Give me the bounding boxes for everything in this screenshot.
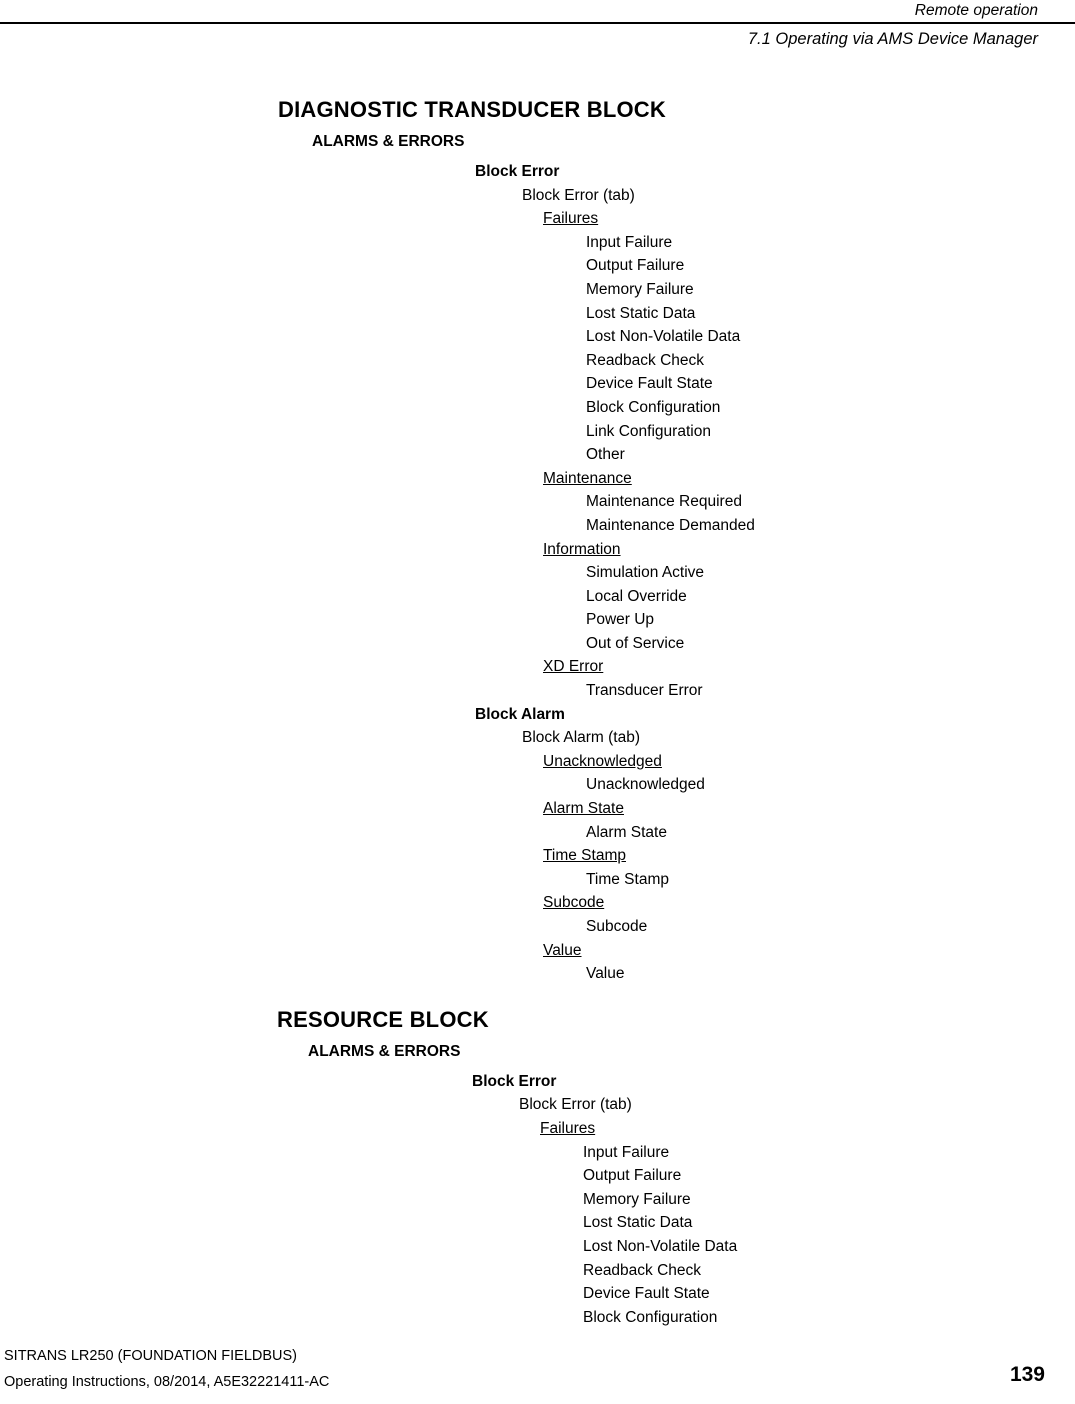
- block-section-resource-block: RESOURCE BLOCK ALARMS & ERRORS Block Error…: [0, 986, 1075, 1330]
- outline-item-failures: Failures: [543, 210, 599, 228]
- outline-item-subcode: Subcode: [586, 918, 648, 935]
- group-title-alarms-and-errors: ALARMS & ERRORS: [308, 1042, 461, 1060]
- outline-item-failures: Failures: [540, 1119, 596, 1137]
- page-footer: SITRANS LR250 (FOUNDATION FIELDBUS) Oper…: [0, 1334, 1075, 1404]
- block-section-diagnostic-transducer-block: DIAGNOSTIC TRANSDUCER BLOCK ALARMS & ERRO…: [0, 96, 1075, 986]
- header-divider-rule: [0, 22, 1075, 24]
- outline-item-block-error-tab: Block Error (tab): [522, 186, 635, 204]
- header-chapter-title: Remote operation: [914, 2, 1038, 19]
- outline-item-maintenance-demanded: Maintenance Demanded: [586, 516, 755, 534]
- outline-item-block-alarm-tab: Block Alarm (tab): [522, 729, 641, 747]
- outline-item-output-failure: Output Failure: [583, 1167, 682, 1185]
- outline-item-unacknowledged: Unacknowledged: [543, 752, 662, 770]
- outline-item-output-failure: Output Failure: [586, 257, 685, 275]
- outline-item-simulation-active: Simulation Active: [586, 564, 705, 582]
- outline-item-block-alarm: Block Alarm: [475, 705, 565, 723]
- outline-item-block-configuration: Block Configuration: [583, 1308, 718, 1326]
- page-number: 139: [1009, 1363, 1045, 1386]
- outline-item-subcode: Subcode: [543, 894, 605, 912]
- outline-item-alarm-state: Alarm State: [586, 823, 667, 841]
- outline-item-transducer-error: Transducer Error: [586, 682, 703, 700]
- outline-item-block-configuration: Block Configuration: [586, 398, 721, 416]
- outline-item-input-failure: Input Failure: [583, 1143, 670, 1161]
- outline-item-power-up: Power Up: [586, 611, 655, 629]
- outline-item-block-error: Block Error: [475, 163, 560, 180]
- outline-item-readback-check: Readback Check: [586, 351, 705, 369]
- outline-item-link-configuration: Link Configuration: [586, 422, 711, 440]
- outline-item-maintenance: Maintenance: [543, 469, 632, 487]
- outline-item-lost-non-volatile-data: Lost Non-Volatile Data: [586, 328, 741, 346]
- outline-item-time-stamp: Time Stamp: [543, 847, 626, 865]
- footer-document-reference: Operating Instructions, 08/2014, A5E3222…: [4, 1374, 330, 1390]
- outline-item-input-failure: Input Failure: [586, 233, 673, 251]
- outline-item-memory-failure: Memory Failure: [583, 1190, 691, 1208]
- outline-item-unacknowledged: Unacknowledged: [586, 776, 705, 794]
- outline-item-information: Information: [543, 540, 621, 558]
- header-section-title: 7.1 Operating via AMS Device Manager: [747, 30, 1038, 48]
- outline-item-maintenance-required: Maintenance Required: [586, 493, 742, 511]
- outline-item-other: Other: [586, 446, 625, 464]
- outline-item-readback-check: Readback Check: [583, 1261, 702, 1279]
- outline-item-out-of-service: Out of Service: [586, 634, 685, 652]
- outline-item-lost-static-data: Lost Static Data: [586, 304, 696, 322]
- outline-item-lost-static-data: Lost Static Data: [583, 1214, 693, 1232]
- outline-item-time-stamp: Time Stamp: [586, 870, 669, 888]
- outline-item-alarm-state: Alarm State: [543, 800, 624, 818]
- document-page: Remote operation 7.1 Operating via AMS D…: [0, 0, 1075, 1404]
- outline-item-lost-non-volatile-data: Lost Non-Volatile Data: [583, 1237, 738, 1255]
- outline-item-block-error: Block Error: [472, 1072, 557, 1090]
- footer-product-name: SITRANS LR250 (FOUNDATION FIELDBUS): [4, 1348, 298, 1364]
- outline-content: DIAGNOSTIC TRANSDUCER BLOCK ALARMS & ERRO…: [0, 96, 1075, 1329]
- block-title-diagnostic-transducer-block: DIAGNOSTIC TRANSDUCER BLOCK: [278, 97, 666, 122]
- outline-item-device-fault-state: Device Fault State: [583, 1285, 710, 1303]
- outline-item-local-override: Local Override: [586, 587, 687, 605]
- outline-item-value: Value: [543, 941, 582, 959]
- outline-item-xd-error: XD Error: [543, 658, 604, 676]
- outline-item-value: Value: [586, 965, 625, 983]
- block-title-resource-block: RESOURCE BLOCK: [277, 1006, 489, 1032]
- group-title-alarms-and-errors: ALARMS & ERRORS: [312, 133, 465, 150]
- outline-item-memory-failure: Memory Failure: [586, 280, 694, 298]
- outline-item-block-error-tab: Block Error (tab): [519, 1096, 632, 1114]
- outline-item-device-fault-state: Device Fault State: [586, 375, 713, 393]
